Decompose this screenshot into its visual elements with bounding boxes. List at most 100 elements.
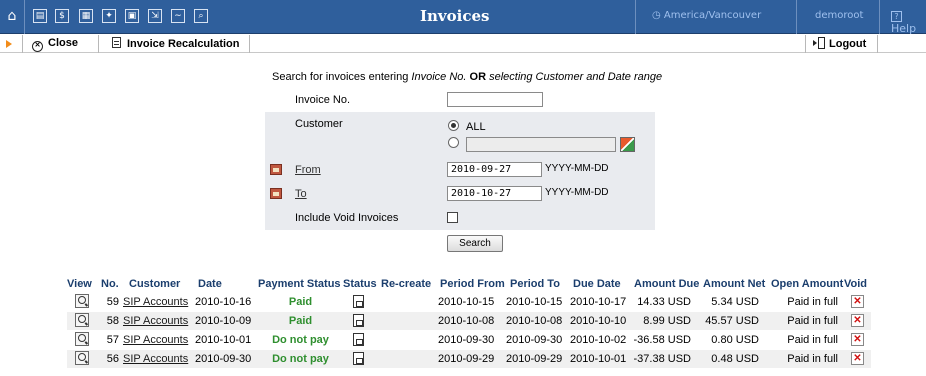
calendar-icon[interactable]	[270, 164, 282, 175]
timezone-label: America/Vancouver	[663, 10, 762, 21]
list-icon[interactable]: ▤	[33, 9, 47, 23]
home-icon[interactable]: ⌂	[5, 9, 19, 23]
include-void-label: Include Void Invoices	[295, 212, 399, 224]
from-link[interactable]: From	[295, 164, 321, 176]
void-icon[interactable]: ✕	[851, 295, 864, 308]
from-date-input[interactable]: 2010-09-27	[447, 162, 542, 177]
from-format-hint: YYYY-MM-DD	[545, 163, 609, 174]
invoices-page: ⌂ ▤ $ ▦ ✦ ▣ ⇲ ∼ ⌕ Invoices ◷ America/Van…	[0, 0, 926, 376]
cell-payment-status: Do not pay	[272, 353, 329, 365]
customer-all-radio[interactable]	[448, 120, 459, 131]
close-label: Close	[48, 37, 78, 49]
invoice-no-input[interactable]	[447, 92, 543, 107]
logout-button[interactable]: Logout	[813, 37, 866, 50]
search-instructions: Search for invoices entering Invoice No.…	[272, 71, 662, 83]
col-payment-status: Payment Status	[258, 278, 341, 290]
cell-due-date: 2010-10-02	[570, 334, 627, 346]
toolbar-divider	[98, 35, 99, 53]
cell-due-date: 2010-10-17	[570, 296, 627, 308]
cell-payment-status: Paid	[288, 296, 313, 308]
clock-icon: ◷	[652, 10, 664, 21]
to-format-hint: YYYY-MM-DD	[545, 187, 609, 198]
cell-no: 56	[106, 353, 119, 365]
logout-icon	[813, 37, 825, 49]
void-icon[interactable]: ✕	[851, 333, 864, 346]
cell-payment-status: Do not pay	[272, 334, 329, 346]
view-icon[interactable]	[75, 294, 89, 308]
transfer-icon[interactable]: ⇲	[148, 9, 162, 23]
intro-text: Search for invoices entering	[272, 71, 412, 83]
col-void: Void	[844, 278, 868, 290]
to-link[interactable]: To	[295, 188, 307, 200]
status-document-icon[interactable]	[353, 352, 364, 365]
grid-icon[interactable]: ▦	[79, 9, 93, 23]
toolbar: ✕ Close Invoice Recalculation Logout	[0, 35, 926, 53]
timezone-link[interactable]: ◷ America/Vancouver	[652, 10, 761, 21]
from-row: From 2010-09-27 YYYY-MM-DD	[265, 158, 655, 182]
view-icon[interactable]	[75, 313, 89, 327]
user-icon[interactable]: ✦	[102, 9, 116, 23]
view-icon[interactable]	[75, 332, 89, 346]
view-icon[interactable]	[75, 351, 89, 365]
status-document-icon[interactable]	[353, 295, 364, 308]
void-icon[interactable]: ✕	[851, 352, 864, 365]
cell-open-amount: Paid in full	[787, 334, 838, 346]
cell-no: 57	[106, 334, 119, 346]
table-row: 56 SIP Accounts 2010-09-30 Do not pay 20…	[67, 350, 871, 368]
customer-select-radio[interactable]	[448, 137, 459, 148]
cell-period-from: 2010-10-15	[438, 296, 495, 308]
top-divider	[796, 0, 797, 34]
cell-customer-link[interactable]: SIP Accounts	[123, 315, 188, 327]
status-document-icon[interactable]	[353, 314, 364, 327]
close-icon: ✕	[32, 41, 43, 52]
customer-label: Customer	[295, 118, 343, 130]
cell-period-from: 2010-10-08	[438, 315, 495, 327]
billing-icon[interactable]: $	[55, 9, 69, 23]
col-period-to: Period To	[510, 278, 560, 290]
cell-customer-link[interactable]: SIP Accounts	[123, 353, 188, 365]
search-button[interactable]: Search	[447, 235, 503, 252]
top-divider	[635, 0, 636, 34]
invoice-recalculation-button[interactable]: Invoice Recalculation	[112, 37, 239, 50]
table-row: 59 SIP Accounts 2010-10-16 Paid 2010-10-…	[67, 293, 871, 311]
stats-icon[interactable]: ∼	[171, 9, 185, 23]
close-button[interactable]: ✕ Close	[32, 37, 78, 52]
user-link[interactable]: demoroot	[815, 10, 863, 21]
cell-amount-net: 0.80 USD	[711, 334, 759, 346]
top-bar: ⌂ ▤ $ ▦ ✦ ▣ ⇲ ∼ ⌕ Invoices ◷ America/Van…	[0, 0, 926, 35]
cell-customer-link[interactable]: SIP Accounts	[123, 334, 188, 346]
toolbar-divider	[22, 35, 23, 53]
to-date-input[interactable]: 2010-10-27	[447, 186, 542, 201]
cell-date: 2010-10-09	[195, 315, 252, 327]
help-label: Help	[891, 22, 917, 35]
invoice-no-row: Invoice No.	[265, 90, 655, 110]
intro-text-customer: selecting Customer and Date range	[489, 71, 663, 83]
invoice-no-label: Invoice No.	[295, 94, 351, 106]
cell-period-to: 2010-10-08	[506, 315, 563, 327]
cell-no: 59	[106, 296, 119, 308]
to-row: To 2010-10-27 YYYY-MM-DD	[265, 182, 655, 206]
customer-input[interactable]	[466, 137, 616, 152]
tree-icon[interactable]: ▣	[125, 9, 139, 23]
cell-open-amount: Paid in full	[787, 296, 838, 308]
include-void-row: Include Void Invoices	[265, 206, 655, 230]
col-due-date: Due Date	[573, 278, 621, 290]
cell-amount-net: 5.34 USD	[711, 296, 759, 308]
calendar-icon[interactable]	[270, 188, 282, 199]
table-row: 58 SIP Accounts 2010-10-09 Paid 2010-10-…	[67, 312, 871, 330]
col-status: Status	[343, 278, 377, 290]
status-document-icon[interactable]	[353, 333, 364, 346]
include-void-checkbox[interactable]	[447, 212, 458, 223]
col-open-amount: Open Amount	[771, 278, 844, 290]
toolbar-divider	[249, 35, 250, 53]
cell-no: 58	[106, 315, 119, 327]
help-link[interactable]: ?Help	[891, 9, 926, 35]
search-icon[interactable]: ⌕	[194, 9, 208, 23]
help-icon: ?	[891, 11, 902, 22]
void-icon[interactable]: ✕	[851, 314, 864, 327]
cell-customer-link[interactable]: SIP Accounts	[123, 296, 188, 308]
cell-amount-net: 45.57 USD	[705, 315, 759, 327]
cell-amount-due: -37.38 USD	[633, 353, 691, 365]
customer-picker-icon[interactable]	[620, 137, 635, 152]
cell-amount-due: 14.33 USD	[637, 296, 691, 308]
